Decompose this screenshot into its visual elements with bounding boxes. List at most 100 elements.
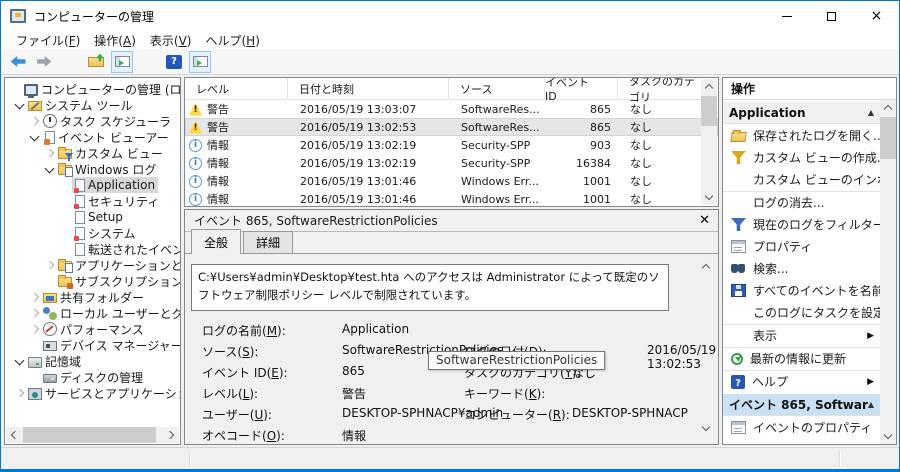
minimize-button[interactable] [764,1,809,31]
expander-icon[interactable] [28,290,42,304]
action-item[interactable]: 現在のログをフィルター... ▶ [723,213,880,235]
menu-item[interactable]: 操作(A) [87,32,143,49]
tree-item[interactable]: Setup [5,209,180,225]
tree-item[interactable]: サブスクリプション [5,273,180,289]
scroll-left-icon[interactable] [6,427,22,443]
expander-icon[interactable] [13,354,27,368]
scroll-up-icon[interactable] [880,100,896,116]
scroll-down-icon[interactable] [701,424,713,434]
tree-item[interactable]: 転送されたイベント [5,241,180,257]
tree-item[interactable]: ローカル ユーザーとグループ [5,305,180,321]
tree-item[interactable]: イベント ビューアー [5,129,180,145]
tree-item[interactable]: 記憶域 [5,353,180,369]
tree-item[interactable]: システム [5,225,180,241]
action-item[interactable]: すべてのイベントを名前... ▶ [723,279,880,301]
toolbar-button[interactable] [189,51,211,73]
expander-icon[interactable] [58,242,72,256]
tree-item[interactable]: システム ツール [5,97,180,113]
expander-icon[interactable] [28,306,42,320]
close-button[interactable]: × [854,1,899,31]
tree-item[interactable]: デバイス マネージャー [5,337,180,353]
toolbar-button[interactable] [85,51,107,73]
toolbar-button[interactable] [137,51,159,73]
menu-item[interactable]: ファイル(F) [9,32,87,49]
detail-close-icon[interactable]: ✕ [699,214,710,227]
toolbar-button[interactable] [163,51,185,73]
event-message[interactable]: C:¥Users¥admin¥Desktop¥test.hta へのアクセスは … [191,264,669,311]
scroll-thumb[interactable] [880,117,896,159]
menu-item[interactable]: 表示(V) [143,32,199,49]
event-row[interactable]: 警告 2016/05/19 13:03:07 SoftwareRes... 86… [185,100,718,118]
column-header-eventid[interactable]: イベント ID [545,78,618,99]
detail-tab[interactable]: 全般 [191,229,241,254]
toolbar-button[interactable] [7,51,29,73]
tree-item[interactable]: セキュリティ [5,193,180,209]
column-header-datetime[interactable]: 日付と時刻 [288,78,449,99]
scroll-thumb[interactable] [23,427,156,443]
action-item[interactable]: 最新の情報に更新 ▶ [723,347,880,369]
maximize-button[interactable] [809,1,854,31]
event-row[interactable]: 情報 2016/05/19 13:02:19 Security-SPP 1638… [185,154,718,172]
collapse-icon[interactable]: ▲ [868,108,874,117]
scroll-down-icon[interactable] [701,189,717,205]
actions-scrollbar[interactable] [880,100,896,444]
scroll-right-icon[interactable] [163,427,179,443]
scroll-thumb[interactable] [701,96,717,126]
scroll-up-icon[interactable] [701,79,717,95]
expander-icon[interactable] [28,322,42,336]
expander-icon[interactable] [58,178,72,192]
action-item[interactable]: カスタム ビューの作成... ▶ [723,146,880,168]
scroll-down-icon[interactable] [880,428,896,444]
action-item[interactable]: ヘルプ ▶ [723,370,880,392]
tree-item[interactable]: タスク スケジューラ [5,113,180,129]
expander-icon[interactable] [28,130,42,144]
event-row[interactable]: 情報 2016/05/19 13:02:19 Security-SPP 903 … [185,136,718,154]
expander-icon[interactable] [13,386,27,400]
expander-icon[interactable] [58,210,72,224]
expander-icon[interactable] [43,146,57,160]
tree-item[interactable]: 共有フォルダー [5,289,180,305]
tree-item[interactable]: サービスとアプリケーション [5,385,180,401]
action-item[interactable]: このイベントにタスクを ▶ [723,438,880,444]
action-item[interactable]: 表示 ▶ [723,324,880,346]
expander-icon[interactable] [43,162,57,176]
event-list-scrollbar[interactable] [701,79,717,205]
expander-icon[interactable] [28,114,42,128]
expander-icon[interactable] [9,82,23,96]
expander-icon[interactable] [28,338,42,352]
action-item[interactable]: ログの消去... ▶ [723,191,880,213]
expander-icon[interactable] [58,194,72,208]
scroll-up-icon[interactable] [701,262,713,272]
tree-item[interactable]: Application [5,177,180,193]
toolbar-button[interactable] [33,51,55,73]
expander-icon[interactable] [43,258,57,272]
action-item[interactable]: プロパティ ▶ [723,235,880,257]
column-header-level[interactable]: レベル [185,78,288,99]
action-group-header-event[interactable]: イベント 865, SoftwareRest... ▲ [723,394,880,416]
menu-item[interactable]: ヘルプ(H) [198,32,266,49]
tree-item[interactable]: ディスクの管理 [5,369,180,385]
action-item[interactable]: 検索... ▶ [723,257,880,279]
action-group-header-application[interactable]: Application ▲ [723,102,880,124]
collapse-icon[interactable]: ▲ [868,400,874,409]
event-row[interactable]: 情報 2016/05/19 13:01:46 Windows Err... 10… [185,190,718,207]
action-item[interactable]: イベントのプロパティ ▶ [723,416,880,438]
event-row[interactable]: 情報 2016/05/19 13:01:46 Windows Err... 10… [185,172,718,190]
expander-icon[interactable] [43,274,57,288]
event-row[interactable]: 警告 2016/05/19 13:02:53 SoftwareRes... 86… [185,118,718,136]
tree-item[interactable]: アプリケーションとサービ [5,257,180,273]
expander-icon[interactable] [58,226,72,240]
tree-item[interactable]: パフォーマンス [5,321,180,337]
tree-horizontal-scrollbar[interactable] [6,427,179,443]
detail-tab[interactable]: 詳細 [243,231,293,254]
toolbar-button[interactable] [59,51,81,73]
tree-item[interactable]: Windows ログ [5,161,180,177]
tree-item[interactable]: コンピューターの管理 (ローカル) [5,81,180,97]
action-item[interactable]: カスタム ビューのインポ... ▶ [723,168,880,190]
column-header-category[interactable]: タスクのカテゴリ [618,78,703,99]
expander-icon[interactable] [28,370,42,384]
toolbar-button[interactable] [111,51,133,73]
tree-item[interactable]: カスタム ビュー [5,145,180,161]
action-item[interactable]: 保存されたログを開く... ▶ [723,124,880,146]
expander-icon[interactable] [13,98,27,112]
